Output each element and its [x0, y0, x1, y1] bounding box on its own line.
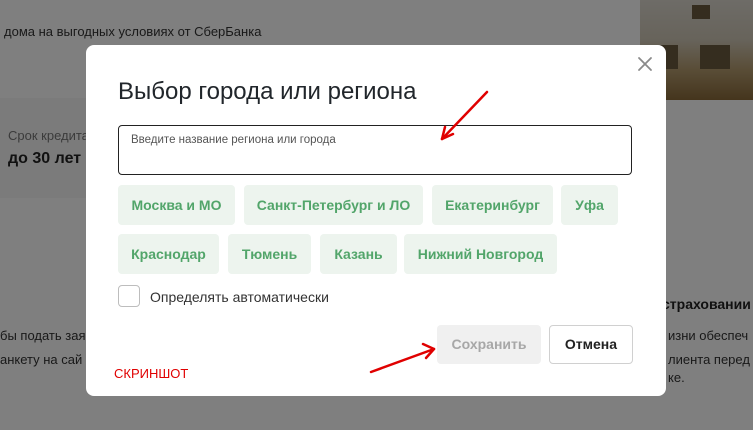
screenshot-watermark: СКРИНШОТ — [114, 366, 189, 381]
city-chip-nizhny-novgorod[interactable]: Нижний Новгород — [404, 234, 557, 274]
auto-detect-checkbox[interactable] — [118, 285, 140, 307]
save-button[interactable]: Сохранить — [437, 325, 541, 364]
close-icon[interactable] — [635, 54, 655, 74]
city-chip-ufa[interactable]: Уфа — [561, 185, 618, 225]
modal-title: Выбор города или региона — [118, 78, 417, 105]
search-input[interactable] — [131, 134, 611, 146]
city-chip-krasnodar[interactable]: Краснодар — [118, 234, 219, 274]
city-chip-moscow[interactable]: Москва и МО — [118, 185, 235, 225]
auto-detect-label: Определять автоматически — [150, 289, 329, 305]
cancel-button[interactable]: Отмена — [549, 325, 633, 364]
city-chip-spb[interactable]: Санкт-Петербург и ЛО — [244, 185, 423, 225]
search-field[interactable] — [118, 125, 632, 175]
city-select-modal: Выбор города или региона Москва и МО Сан… — [86, 45, 666, 396]
city-chip-tyumen[interactable]: Тюмень — [228, 234, 311, 274]
city-chip-kazan[interactable]: Казань — [320, 234, 397, 274]
city-chip-ekaterinburg[interactable]: Екатеринбург — [432, 185, 553, 225]
